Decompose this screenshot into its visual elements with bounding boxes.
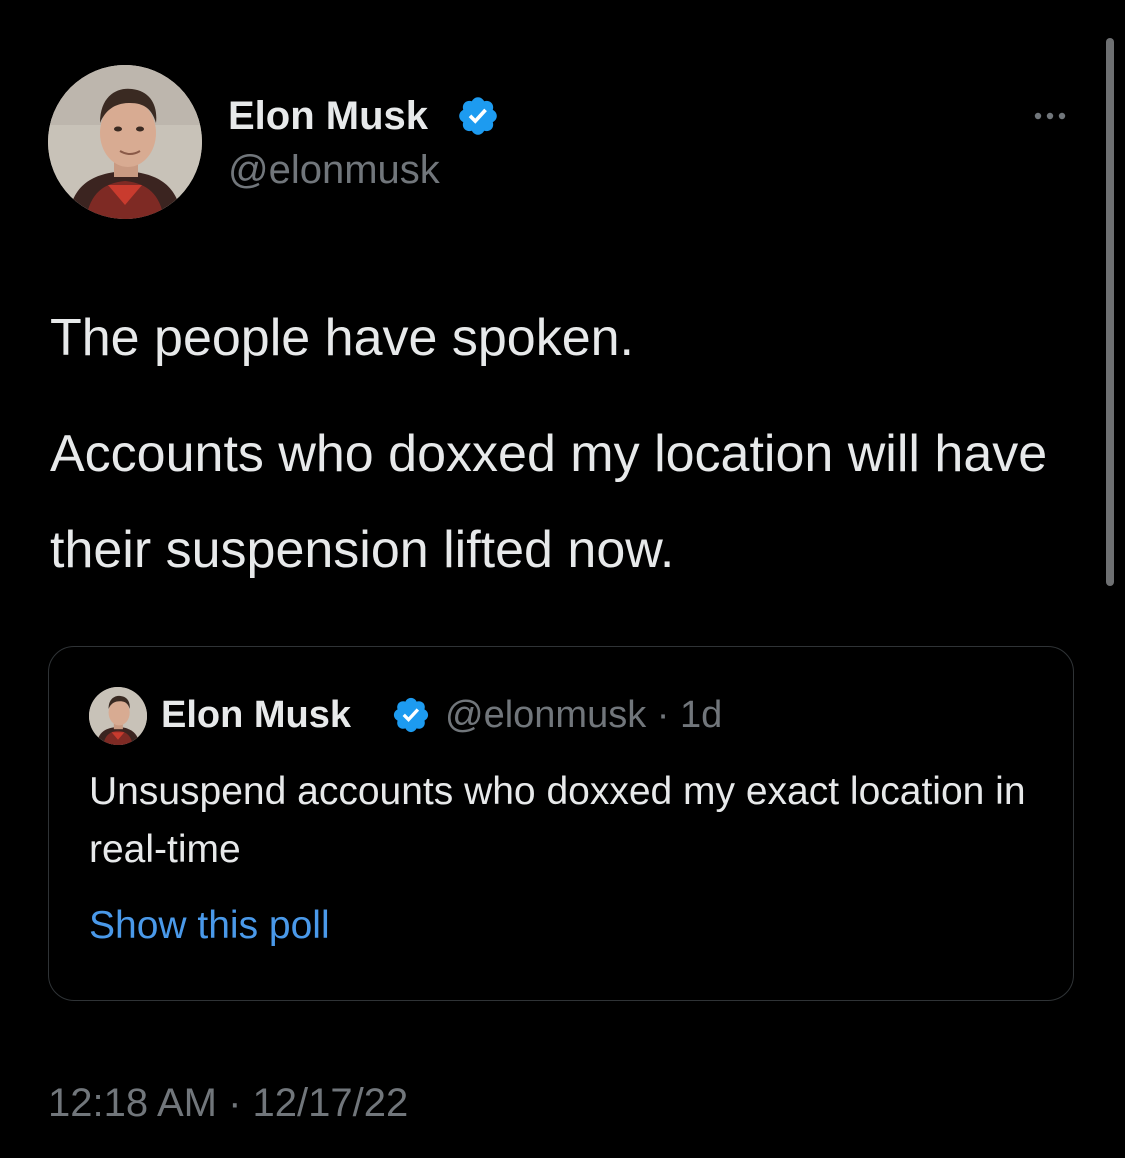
quoted-avatar[interactable] — [89, 687, 147, 745]
tweet-paragraph: Accounts who doxxed my location will hav… — [50, 425, 1048, 579]
tweet-text: The people have spoken. Accounts who dox… — [50, 290, 1080, 598]
quoted-tweet-text: Unsuspend accounts who doxxed my exact l… — [89, 770, 1026, 871]
more-button[interactable] — [1022, 96, 1078, 136]
quoted-handle-time: @elonmusk · 1d — [445, 694, 723, 736]
show-poll-link[interactable]: Show this poll — [89, 901, 330, 951]
verified-badge-icon — [456, 94, 500, 138]
avatar[interactable] — [48, 65, 202, 219]
quoted-author-name[interactable]: Elon Musk — [161, 692, 351, 738]
scrollbar[interactable] — [1106, 38, 1114, 586]
author-name[interactable]: Elon Musk — [228, 92, 428, 140]
tweet-paragraph: The people have spoken. — [50, 309, 634, 367]
verified-badge-icon — [391, 695, 431, 735]
tweet-timestamp[interactable]: 12:18 AM · 12/17/22 — [48, 1078, 408, 1128]
quoted-tweet-card[interactable]: Elon Musk @elonmusk · 1d Unsuspend accou… — [48, 646, 1074, 1001]
author-handle[interactable]: @elonmusk — [228, 146, 440, 194]
more-horizontal-icon — [1034, 112, 1066, 120]
